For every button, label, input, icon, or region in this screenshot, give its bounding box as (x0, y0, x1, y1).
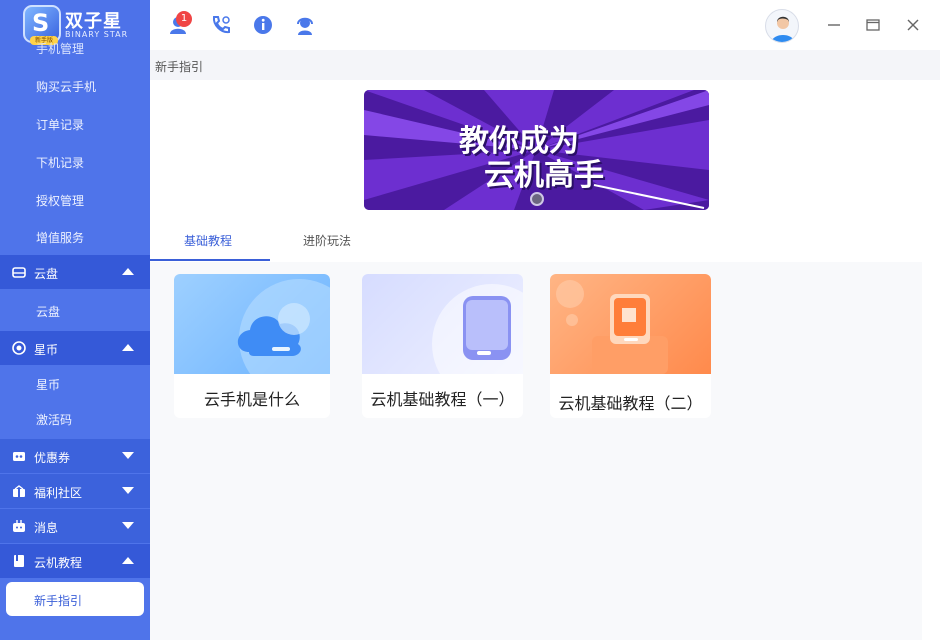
chevron-up-icon (122, 268, 134, 275)
close-icon[interactable] (905, 17, 921, 33)
card-thumbnail (362, 274, 523, 404)
top-bar: 1 (150, 0, 940, 50)
chevron-down-icon (122, 487, 134, 494)
sidebar-group-label: 云盘 (34, 267, 59, 281)
gift-icon (13, 485, 25, 497)
cloud-disk-icon (12, 267, 26, 278)
card-title: 云手机是什么 (203, 390, 300, 409)
card-thumbnail (174, 274, 330, 399)
sidebar-group-cloud-disk[interactable]: 云盘 (0, 255, 150, 289)
customer-service-icon[interactable] (294, 14, 316, 36)
info-icon[interactable] (252, 14, 274, 36)
avatar[interactable] (765, 9, 799, 43)
tutorial-book-icon (14, 555, 24, 567)
sidebar-item-buy-phone[interactable]: 购买云手机 (36, 78, 96, 95)
sidebar-group-tutorial[interactable]: 云机教程 (0, 544, 150, 578)
sidebar-group-label: 星币 (34, 343, 59, 357)
sidebar-group-label: 云机教程 (34, 556, 83, 570)
sidebar-group-message[interactable]: 消息 (0, 509, 150, 543)
sidebar-item-orders[interactable]: 订单记录 (36, 116, 84, 133)
sidebar-group-label: 福利社区 (34, 486, 83, 500)
phone-call-icon[interactable] (210, 14, 232, 36)
card-title: 云机基础教程（一） (370, 390, 515, 409)
sidebar-item-authorization[interactable]: 授权管理 (36, 192, 84, 209)
notification-badge: 1 (176, 11, 192, 27)
tab-underline (150, 259, 270, 261)
message-icon (13, 520, 25, 532)
card-title: 云机基础教程（二） (558, 394, 703, 413)
sidebar-item-beginner-guide[interactable]: 新手指引 (6, 582, 144, 616)
tutorial-card[interactable]: 云机基础教程（一） (362, 274, 523, 418)
card-thumbnail (550, 274, 711, 374)
sidebar-group-label: 优惠券 (34, 451, 71, 465)
sidebar-item-offline-records[interactable]: 下机记录 (36, 154, 84, 171)
chevron-up-icon (122, 344, 134, 351)
hero-section: 教你成为 云机高手 基础教程 进阶玩法 (150, 80, 922, 262)
phone-icon (432, 284, 523, 404)
avatar-user-icon (771, 16, 795, 42)
tutorial-card[interactable]: 云手机是什么 (174, 274, 330, 418)
chevron-down-icon (122, 452, 134, 459)
sidebar-group-coupon[interactable]: 优惠券 (0, 439, 150, 473)
breadcrumb: 新手指引 (150, 50, 940, 80)
tablet-expand-icon (556, 280, 668, 374)
breadcrumb-current: 新手指引 (155, 60, 204, 74)
tutorial-card[interactable]: 云机基础教程（二） (550, 274, 711, 418)
sidebar-group-star-coin[interactable]: 星币 (0, 331, 150, 365)
tutorial-banner[interactable]: 教你成为 云机高手 (364, 90, 709, 210)
sidebar-group-welfare[interactable]: 福利社区 (0, 474, 150, 508)
sidebar-item-phone-manage[interactable]: 手机管理 (36, 40, 84, 57)
sidebar-group-label: 消息 (34, 521, 59, 535)
cloud-icon (237, 279, 330, 399)
scrollbar[interactable] (922, 80, 940, 640)
main-content: 教你成为 云机高手 基础教程 进阶玩法 云手机是什么 云机基础教程（一） 云机基… (150, 80, 922, 640)
chevron-up-icon (122, 557, 134, 564)
chevron-down-icon (122, 522, 134, 529)
sidebar-item-label: 新手指引 (34, 594, 83, 608)
app-subtitle: BINARY STAR (65, 30, 129, 39)
tab-advanced-play[interactable]: 进阶玩法 (303, 232, 351, 249)
banner-line-2: 云机高手 (484, 158, 604, 193)
minimize-icon[interactable] (826, 17, 842, 33)
maximize-icon[interactable] (865, 17, 881, 33)
sidebar-item-activation-code[interactable]: 激活码 (36, 411, 72, 428)
carousel-dot[interactable] (530, 192, 544, 206)
sidebar: S 新手版 双子星 BINARY STAR 手机管理 购买云手机 订单记录 下机… (0, 0, 150, 640)
sidebar-item-value-added[interactable]: 增值服务 (36, 229, 84, 246)
sidebar-item-star-coin[interactable]: 星币 (36, 376, 60, 393)
coupon-icon (13, 452, 25, 461)
tab-basic-tutorial[interactable]: 基础教程 (184, 232, 232, 249)
star-coin-icon (12, 341, 26, 355)
sidebar-item-cloud-disk[interactable]: 云盘 (36, 303, 60, 320)
